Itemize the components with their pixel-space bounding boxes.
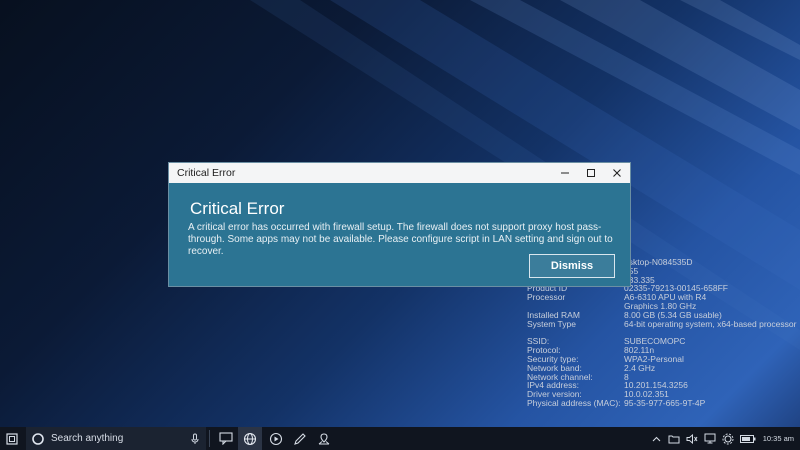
- start-button[interactable]: [0, 427, 24, 450]
- sysinfo-row: System Type 64-bit operating system, x64-…: [527, 318, 797, 329]
- close-icon[interactable]: [604, 163, 630, 183]
- critical-error-dialog: Critical Error Critical Error A critical…: [168, 162, 631, 287]
- maximize-icon[interactable]: [578, 163, 604, 183]
- dialog-titlebar[interactable]: Critical Error: [169, 163, 630, 183]
- search-placeholder: Search anything: [51, 433, 124, 444]
- dismiss-button[interactable]: Dismiss: [529, 254, 615, 278]
- globe-icon[interactable]: [238, 427, 262, 450]
- windows-icon: [6, 432, 18, 445]
- chat-icon[interactable]: [214, 427, 238, 450]
- battery-icon[interactable]: [737, 427, 759, 450]
- network-row: Physical address (MAC): 95-35-977-665-9T-…: [527, 397, 706, 408]
- taskbar-divider: [209, 430, 210, 447]
- system-tray: 10:35 am: [649, 427, 800, 450]
- volume-icon[interactable]: [683, 427, 701, 450]
- media-play-icon[interactable]: [264, 427, 288, 450]
- minimize-icon[interactable]: [552, 163, 578, 183]
- settings-icon[interactable]: [719, 427, 737, 450]
- dialog-window-title: Critical Error: [177, 167, 236, 179]
- chevron-up-icon[interactable]: [649, 427, 665, 450]
- taskbar: Search anything 10:35 am: [0, 427, 800, 450]
- microphone-icon[interactable]: [190, 433, 200, 445]
- monitor-icon[interactable]: [701, 427, 719, 450]
- map-pin-icon[interactable]: [312, 427, 336, 450]
- folder-icon[interactable]: [665, 427, 683, 450]
- cortana-icon: [32, 432, 44, 445]
- search-box[interactable]: Search anything: [26, 427, 206, 450]
- pen-icon[interactable]: [288, 427, 312, 450]
- clock[interactable]: 10:35 am: [763, 434, 794, 443]
- network-row: SSID: SUBECOMOPC: [527, 336, 686, 347]
- dialog-heading: Critical Error: [190, 199, 285, 218]
